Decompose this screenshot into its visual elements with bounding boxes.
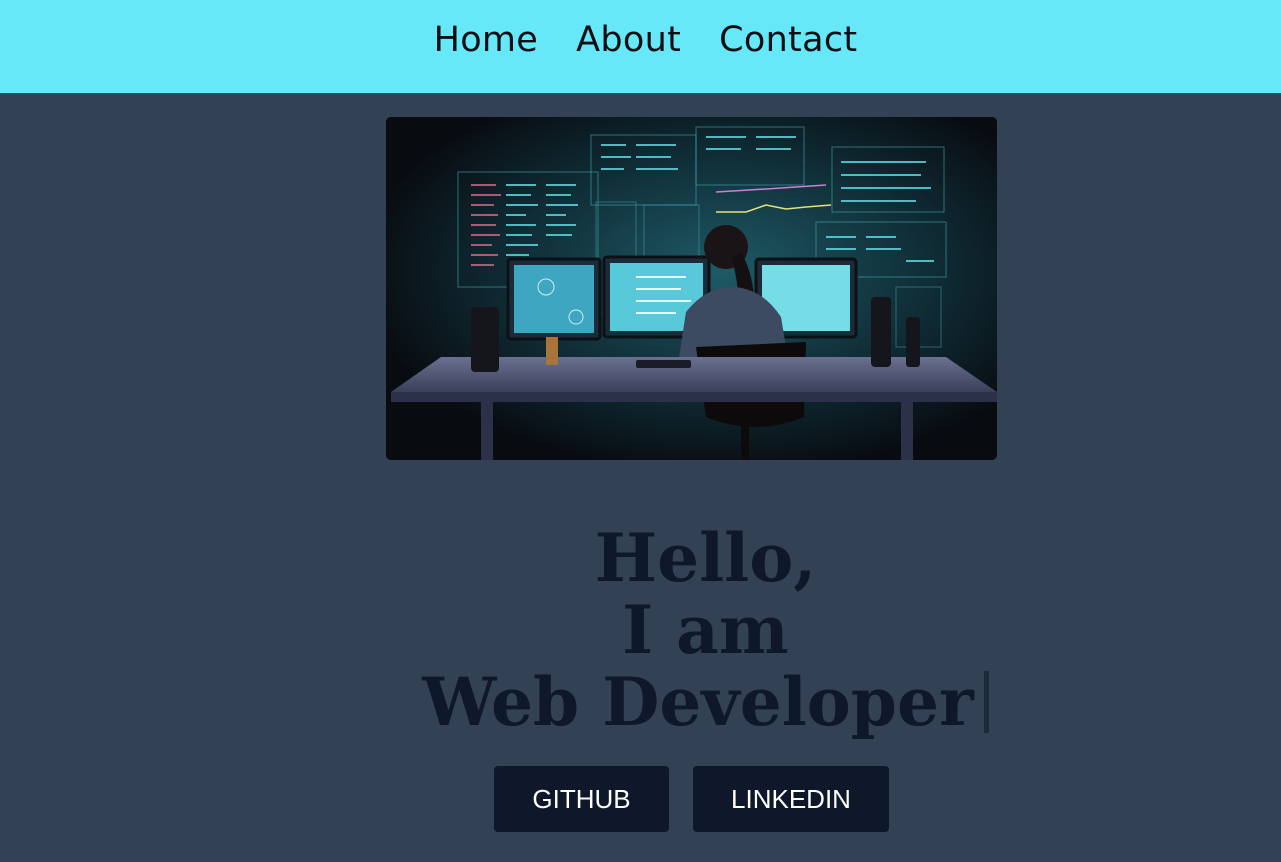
headline-greeting: Hello, bbox=[594, 519, 817, 597]
linkedin-button[interactable]: LINKEDIN bbox=[693, 766, 889, 832]
headline-role: Web Developer bbox=[422, 663, 974, 741]
social-buttons: GITHUB LINKEDIN bbox=[494, 766, 889, 832]
nav-link-contact[interactable]: Contact bbox=[719, 20, 857, 60]
github-button[interactable]: GITHUB bbox=[494, 766, 669, 832]
hero-illustration bbox=[386, 117, 997, 460]
developer-at-desk-illustration-icon bbox=[386, 117, 997, 460]
headline-role-line: Web Developer bbox=[300, 666, 1111, 738]
hero-headline: Hello, I am Web Developer bbox=[300, 522, 1111, 738]
top-navbar: Home About Contact bbox=[0, 0, 1281, 93]
nav-link-about[interactable]: About bbox=[576, 20, 681, 60]
nav-link-home[interactable]: Home bbox=[434, 20, 539, 60]
typing-caret bbox=[983, 671, 989, 733]
headline-intro: I am bbox=[622, 591, 789, 669]
